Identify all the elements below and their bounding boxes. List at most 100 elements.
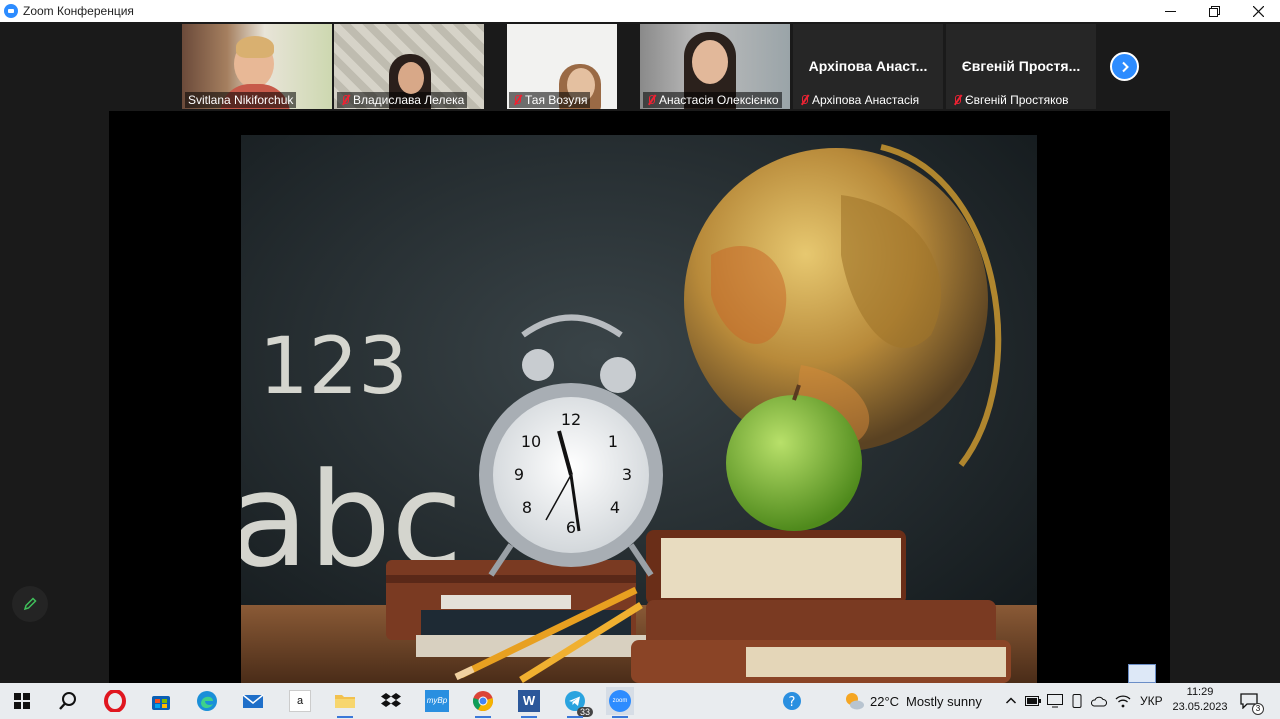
svg-text:1: 1 bbox=[608, 432, 618, 451]
monitor-icon bbox=[1047, 694, 1063, 708]
word-taskbar-button[interactable]: W bbox=[515, 687, 543, 718]
help-icon: ? bbox=[783, 692, 801, 710]
chevron-right-icon bbox=[1121, 61, 1129, 72]
store-taskbar-button[interactable] bbox=[147, 687, 175, 715]
svg-text:4: 4 bbox=[610, 498, 620, 517]
zoom-taskbar-button[interactable]: zoom bbox=[606, 687, 634, 718]
close-button[interactable] bbox=[1236, 0, 1280, 22]
show-hidden-icons-button[interactable] bbox=[1002, 692, 1020, 710]
next-page-button[interactable] bbox=[1110, 52, 1139, 81]
battery-tray-icon[interactable] bbox=[1024, 692, 1042, 710]
mybp-taskbar-button[interactable]: myBp bbox=[423, 687, 451, 715]
search-icon bbox=[59, 692, 76, 710]
weather-condition: Mostly sunny bbox=[906, 693, 982, 709]
telegram-taskbar-button[interactable]: 33 bbox=[561, 687, 593, 718]
minimize-icon bbox=[1164, 10, 1176, 12]
usb-tray-icon[interactable] bbox=[1068, 692, 1086, 710]
opera-taskbar-button[interactable] bbox=[101, 687, 129, 715]
dropbox-icon bbox=[381, 693, 401, 707]
slide-illustration: 123 abc 12 1 3 4 6 8 9 10 bbox=[241, 135, 1037, 683]
zoom-icon: zoom bbox=[609, 690, 631, 712]
participant-name-label: Анастасія Олексієнко bbox=[643, 92, 782, 108]
window-title: Zoom Конференция bbox=[23, 4, 134, 18]
restore-button[interactable] bbox=[1192, 0, 1236, 22]
pencil-icon bbox=[23, 597, 37, 611]
svg-text:12: 12 bbox=[561, 410, 581, 429]
device-icon bbox=[1072, 694, 1082, 708]
cloud-icon bbox=[1091, 696, 1107, 707]
edge-taskbar-button[interactable] bbox=[193, 687, 221, 715]
participant-name-label: Владислава Лелека bbox=[337, 92, 468, 108]
mail-icon bbox=[242, 694, 264, 708]
store-icon bbox=[152, 696, 170, 710]
muted-mic-icon bbox=[512, 94, 522, 106]
amazon-taskbar-button[interactable]: a bbox=[286, 687, 314, 715]
input-language[interactable]: УКР bbox=[1140, 683, 1163, 719]
participant-tile[interactable]: Тая Возуля bbox=[487, 24, 637, 109]
clock-time: 11:29 bbox=[1186, 686, 1214, 698]
window-controls bbox=[1148, 0, 1280, 22]
chrome-taskbar-button[interactable] bbox=[469, 687, 497, 718]
file-explorer-taskbar-button[interactable] bbox=[331, 687, 359, 718]
participant-name-label: Євгеній Простяков bbox=[949, 92, 1072, 108]
muted-mic-icon bbox=[646, 94, 656, 106]
restore-icon bbox=[1208, 5, 1220, 17]
participant-tile[interactable]: Svitlana Nikiforchuk bbox=[182, 24, 332, 109]
wifi-tray-icon[interactable] bbox=[1114, 692, 1132, 710]
participant-display-name: Євгеній Простя... bbox=[961, 58, 1081, 74]
battery-icon bbox=[1025, 696, 1041, 706]
muted-mic-icon bbox=[340, 94, 350, 106]
partly-sunny-icon bbox=[846, 693, 864, 710]
title-bar: Zoom Конференция bbox=[0, 0, 1280, 22]
weather-temperature: 22°C bbox=[870, 693, 900, 709]
svg-text:8: 8 bbox=[522, 498, 532, 517]
participant-name-label: Svitlana Nikiforchuk bbox=[185, 92, 297, 108]
svg-text:6: 6 bbox=[566, 518, 576, 537]
display-tray-icon[interactable] bbox=[1046, 692, 1064, 710]
start-button[interactable] bbox=[8, 687, 36, 715]
shared-slide-image: 123 abc 12 1 3 4 6 8 9 10 bbox=[241, 135, 1037, 683]
participant-display-name: Архіпова Анаст... bbox=[808, 58, 928, 74]
participant-tile[interactable]: Анастасія Олексієнко bbox=[640, 24, 790, 109]
search-button[interactable] bbox=[54, 687, 82, 715]
windows-logo-icon bbox=[14, 693, 30, 709]
svg-text:?: ? bbox=[789, 695, 796, 710]
svg-text:10: 10 bbox=[521, 432, 541, 451]
participant-tile-active-speaker[interactable]: Владислава Лелека bbox=[334, 24, 484, 109]
participant-tile-no-video[interactable]: Архіпова Анаст... Архіпова Анастасія bbox=[793, 24, 943, 109]
participant-gallery: Svitlana Nikiforchuk Владислава Лелека Т… bbox=[0, 22, 1280, 111]
windows-taskbar: a myBp W 33 zoom ? 22°C Mostly sunny УКР… bbox=[0, 683, 1280, 719]
svg-text:3: 3 bbox=[622, 465, 632, 484]
wifi-icon bbox=[1115, 695, 1131, 708]
dropbox-taskbar-button[interactable] bbox=[377, 687, 405, 715]
chevron-up-icon bbox=[1005, 697, 1017, 704]
ukraine-flag-badge-icon bbox=[1128, 664, 1156, 683]
participant-name-label: Тая Возуля bbox=[509, 92, 591, 108]
muted-mic-icon bbox=[952, 94, 962, 106]
weather-widget[interactable] bbox=[840, 687, 868, 715]
system-clock[interactable]: 11:29 23.05.2023 bbox=[1168, 685, 1232, 715]
telegram-unread-badge: 33 bbox=[576, 707, 593, 717]
participant-name-label: Архіпова Анастасія bbox=[796, 92, 922, 108]
edge-icon bbox=[197, 691, 217, 711]
annotate-button[interactable] bbox=[12, 586, 48, 622]
chalk-numbers: 123 bbox=[259, 322, 408, 412]
close-icon bbox=[1252, 5, 1264, 17]
opera-icon bbox=[104, 690, 126, 712]
clock-date: 23.05.2023 bbox=[1172, 701, 1228, 713]
minimize-button[interactable] bbox=[1148, 0, 1192, 22]
word-icon: W bbox=[518, 690, 540, 712]
chrome-icon bbox=[473, 691, 493, 712]
onedrive-tray-icon[interactable] bbox=[1090, 692, 1108, 710]
mail-taskbar-button[interactable] bbox=[239, 687, 267, 715]
shared-screen: 123 abc 12 1 3 4 6 8 9 10 bbox=[109, 111, 1170, 683]
mybp-icon: myBp bbox=[425, 690, 449, 712]
notifications-count-badge: 3 bbox=[1252, 703, 1264, 715]
muted-mic-icon bbox=[799, 94, 809, 106]
amazon-icon: a bbox=[289, 690, 311, 712]
help-tray-button[interactable]: ? bbox=[778, 687, 806, 715]
folder-icon bbox=[335, 695, 355, 708]
zoom-app-icon bbox=[4, 4, 18, 18]
participant-tile-no-video[interactable]: Євгеній Простя... Євгеній Простяков bbox=[946, 24, 1096, 109]
svg-text:9: 9 bbox=[514, 465, 524, 484]
